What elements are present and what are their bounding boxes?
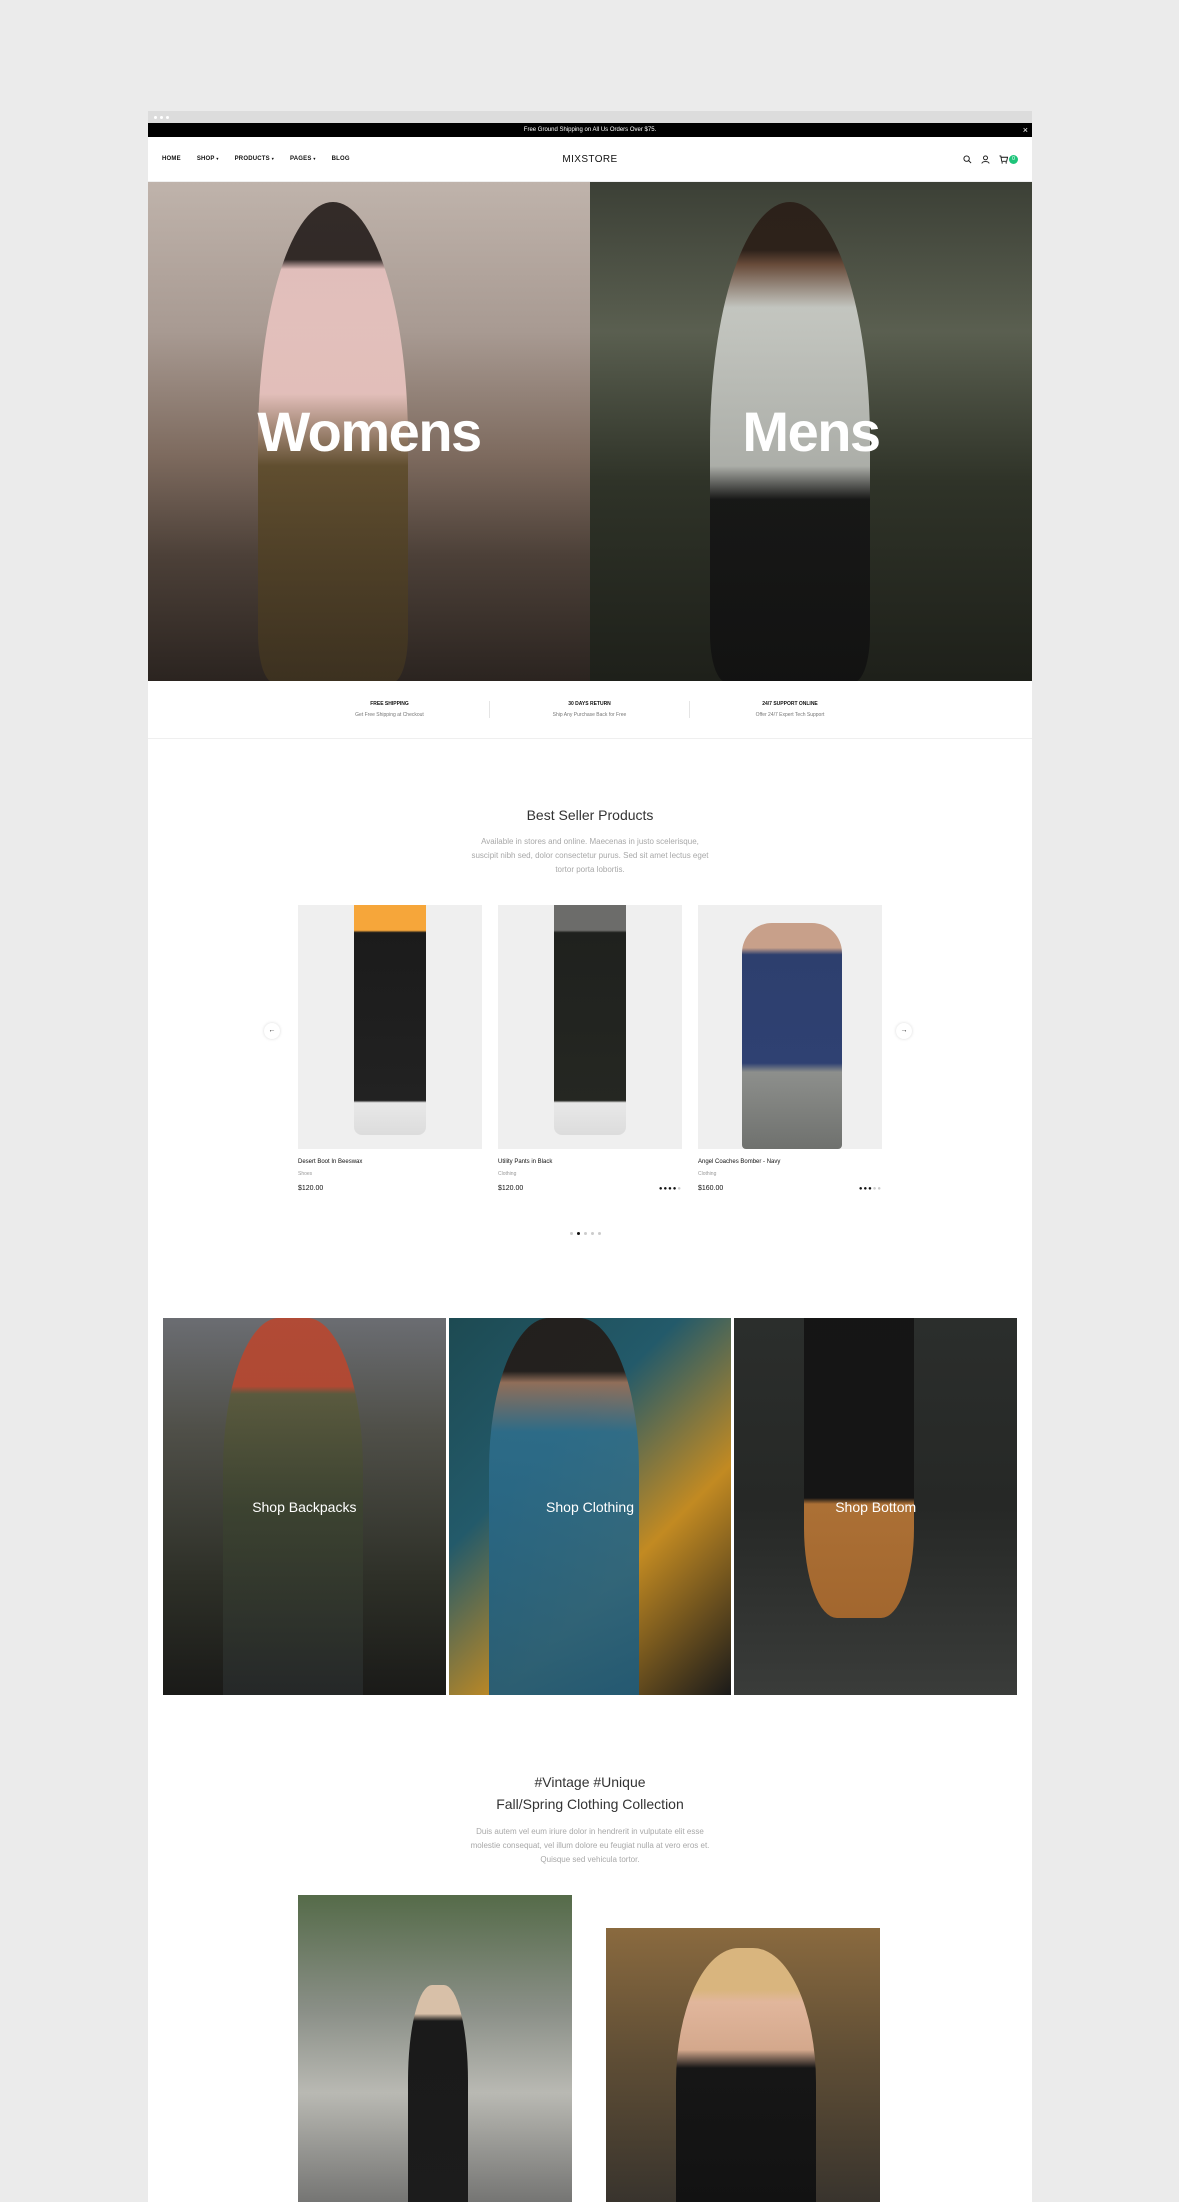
rating-stars: ●●●●●	[658, 1185, 682, 1192]
rating-stars: ●●●●●	[858, 1185, 882, 1192]
nav-item-home[interactable]: HOME	[162, 156, 181, 162]
product-category: Clothing	[698, 1171, 717, 1177]
carousel-pagination	[570, 1232, 601, 1235]
nav-item-shop[interactable]: SHOP ▾	[197, 156, 219, 162]
hero-womens-panel[interactable]: Womens	[148, 182, 590, 681]
nav-item-blog[interactable]: BLOG	[332, 156, 350, 162]
user-icon[interactable]	[981, 154, 990, 164]
pagination-dot[interactable]	[584, 1232, 587, 1235]
nav-item-label: HOME	[162, 156, 181, 162]
product-meta: $160.00 ●●●●●	[698, 1185, 882, 1192]
product-price: $160.00	[698, 1185, 724, 1192]
close-icon[interactable]: ×	[1023, 124, 1028, 136]
best-sellers-description: Available in stores and online. Maecenas…	[471, 837, 709, 874]
product-card[interactable]: Utility Pants in Black Clothing $120.00 …	[498, 905, 682, 1192]
browser-chrome	[148, 111, 1032, 123]
chevron-down-icon: ▾	[271, 156, 274, 161]
product-figure	[554, 905, 626, 1135]
hero-mens-label: Mens	[742, 400, 881, 463]
product-card[interactable]: Angel Coaches Bomber - Navy Clothing $16…	[698, 905, 882, 1192]
features-strip: FREE SHIPPING Get Free Shipping at Check…	[148, 681, 1032, 739]
product-name[interactable]: Utility Pants in Black	[498, 1159, 682, 1165]
product-card[interactable]: Desert Boot In Beeswax Shoes $120.00	[298, 905, 482, 1192]
pagination-dot[interactable]	[570, 1232, 573, 1235]
hero-banner: Womens Mens	[148, 182, 1032, 681]
nav-menu: HOME SHOP ▾ PRODUCTS ▾ PAGES ▾ BLOG	[162, 156, 350, 162]
collection-title: #Vintage #Unique Fall/Spring Clothing Co…	[148, 1771, 1032, 1815]
product-image[interactable]	[698, 905, 882, 1149]
search-icon[interactable]	[963, 154, 972, 164]
product-name[interactable]: Angel Coaches Bomber - Navy	[698, 1159, 882, 1165]
product-category: Shoes	[298, 1171, 313, 1177]
product-figure	[354, 905, 426, 1135]
feature-subtitle: Offer 24/7 Expert Tech Support	[755, 712, 825, 718]
feature-shipping: FREE SHIPPING Get Free Shipping at Check…	[290, 701, 490, 718]
product-price: $120.00	[298, 1185, 324, 1192]
cart-count-badge: 0	[1009, 154, 1018, 164]
carousel-next-button[interactable]: →	[896, 1023, 912, 1039]
category-backpacks[interactable]: Shop Backpacks	[163, 1318, 446, 1695]
best-sellers-title: Best Seller Products	[526, 807, 654, 823]
nav-item-label: SHOP	[196, 156, 215, 162]
main-nav: HOME SHOP ▾ PRODUCTS ▾ PAGES ▾ BLOG MIXS…	[148, 137, 1032, 182]
pagination-dot[interactable]	[591, 1232, 594, 1235]
hero-mens-panel[interactable]: Mens	[590, 182, 1032, 681]
product-price: $120.00	[498, 1185, 524, 1192]
category-label: Shop Clothing	[546, 1498, 634, 1515]
window-dot-icon	[166, 115, 169, 119]
product-name[interactable]: Desert Boot In Beeswax	[298, 1159, 482, 1165]
category-label: Shop Backpacks	[252, 1498, 357, 1515]
window-dot-icon	[154, 115, 157, 119]
feature-subtitle: Ship Any Purchase Back for Free	[552, 712, 627, 718]
collection-image-street[interactable]	[298, 1895, 572, 2202]
pagination-dot-active[interactable]	[577, 1232, 580, 1235]
feature-title: 24/7 SUPPORT ONLINE	[762, 701, 818, 707]
category-bottom[interactable]: Shop Bottom	[734, 1318, 1018, 1695]
product-image[interactable]	[298, 905, 482, 1149]
feature-subtitle: Get Free Shipping at Checkout	[355, 712, 424, 718]
site-logo[interactable]: MIXSTORE	[562, 154, 617, 165]
collection-gallery	[148, 1895, 1032, 2202]
cart-icon	[999, 154, 1008, 164]
chevron-down-icon: ▾	[216, 156, 219, 161]
product-list: Desert Boot In Beeswax Shoes $120.00 Uti…	[298, 905, 882, 1192]
product-meta: $120.00	[298, 1185, 482, 1192]
category-clothing[interactable]: Shop Clothing	[448, 1318, 732, 1695]
collection-description: Duis autem vel eum iriure dolor in hendr…	[470, 1827, 710, 1864]
nav-icons: 0	[963, 154, 1018, 164]
nav-item-label: PRODUCTS	[234, 156, 270, 162]
browser-window: Free Ground Shipping on All Us Orders Ov…	[148, 111, 1032, 2202]
product-meta: $120.00 ●●●●●	[498, 1185, 682, 1192]
feature-support: 24/7 SUPPORT ONLINE Offer 24/7 Expert Te…	[690, 701, 890, 718]
pagination-dot[interactable]	[598, 1232, 601, 1235]
hero-womens-label: Womens	[257, 400, 482, 463]
collection-image-portrait[interactable]	[606, 1928, 880, 2202]
announcement-text: Free Ground Shipping on All Us Orders Ov…	[523, 127, 657, 133]
window-dot-icon	[160, 115, 163, 119]
cart-button[interactable]: 0	[999, 154, 1018, 164]
category-figure	[804, 1318, 915, 1618]
gallery-figure	[676, 1948, 816, 2202]
feature-returns: 30 DAYS RETURN Ship Any Purchase Back fo…	[490, 701, 690, 718]
carousel-prev-button[interactable]: ←	[264, 1023, 280, 1039]
category-label: Shop Bottom	[835, 1498, 917, 1515]
feature-title: FREE SHIPPING	[370, 701, 409, 707]
nav-item-label: BLOG	[331, 156, 350, 162]
product-category: Clothing	[498, 1171, 517, 1177]
gallery-figure	[408, 1985, 468, 2202]
nav-item-label: PAGES	[289, 156, 312, 162]
collection-title-line1: #Vintage #Unique	[534, 1774, 646, 1790]
category-grid: Shop Backpacks Shop Clothing Shop Bottom	[163, 1318, 1018, 1695]
nav-item-products[interactable]: PRODUCTS ▾	[235, 156, 274, 162]
product-carousel: ← Desert Boot In Beeswax Shoes $120.00 U…	[148, 905, 1032, 1235]
product-image[interactable]	[498, 905, 682, 1149]
announcement-bar: Free Ground Shipping on All Us Orders Ov…	[148, 123, 1032, 137]
nav-item-pages[interactable]: PAGES ▾	[290, 156, 316, 162]
feature-title: 30 DAYS RETURN	[568, 701, 611, 707]
product-figure	[742, 923, 842, 1149]
chevron-down-icon: ▾	[313, 156, 316, 161]
collection-title-line2: Fall/Spring Clothing Collection	[496, 1796, 684, 1812]
